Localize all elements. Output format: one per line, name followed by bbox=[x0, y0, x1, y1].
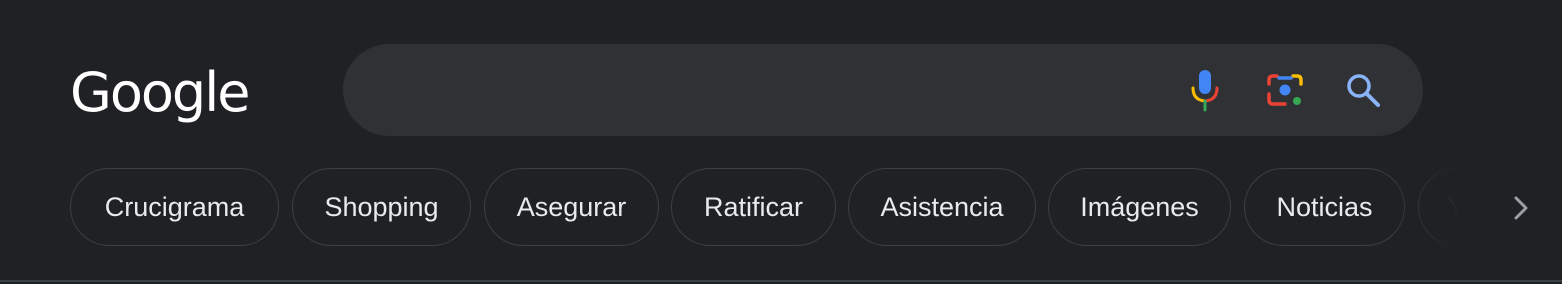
magnifier-icon[interactable] bbox=[1343, 70, 1383, 110]
search-filter-chips: Crucigrama Shopping Asegurar Ratificar A… bbox=[70, 168, 1490, 248]
chip-imagenes[interactable]: Imágenes bbox=[1048, 168, 1231, 246]
search-box[interactable] bbox=[343, 44, 1423, 136]
chip-ratificar[interactable]: Ratificar bbox=[671, 168, 836, 246]
search-input[interactable] bbox=[379, 66, 1163, 116]
header-divider bbox=[0, 280, 1562, 282]
chip-asegurar[interactable]: Asegurar bbox=[484, 168, 659, 246]
chip-crucigrama[interactable]: Crucigrama bbox=[70, 168, 279, 246]
google-results-header: Google Crucigrama Shopping Asegurar Rati… bbox=[0, 0, 1562, 284]
chevron-right-icon[interactable] bbox=[1500, 188, 1540, 228]
chip-asistencia[interactable]: Asistencia bbox=[848, 168, 1036, 246]
google-lens-icon[interactable] bbox=[1265, 70, 1305, 110]
chip-shopping[interactable]: Shopping bbox=[292, 168, 471, 246]
google-logo[interactable]: Google bbox=[70, 58, 250, 128]
chips-fade-overlay bbox=[1390, 160, 1490, 256]
microphone-icon[interactable] bbox=[1185, 70, 1225, 112]
chip-noticias[interactable]: Noticias bbox=[1244, 168, 1405, 246]
